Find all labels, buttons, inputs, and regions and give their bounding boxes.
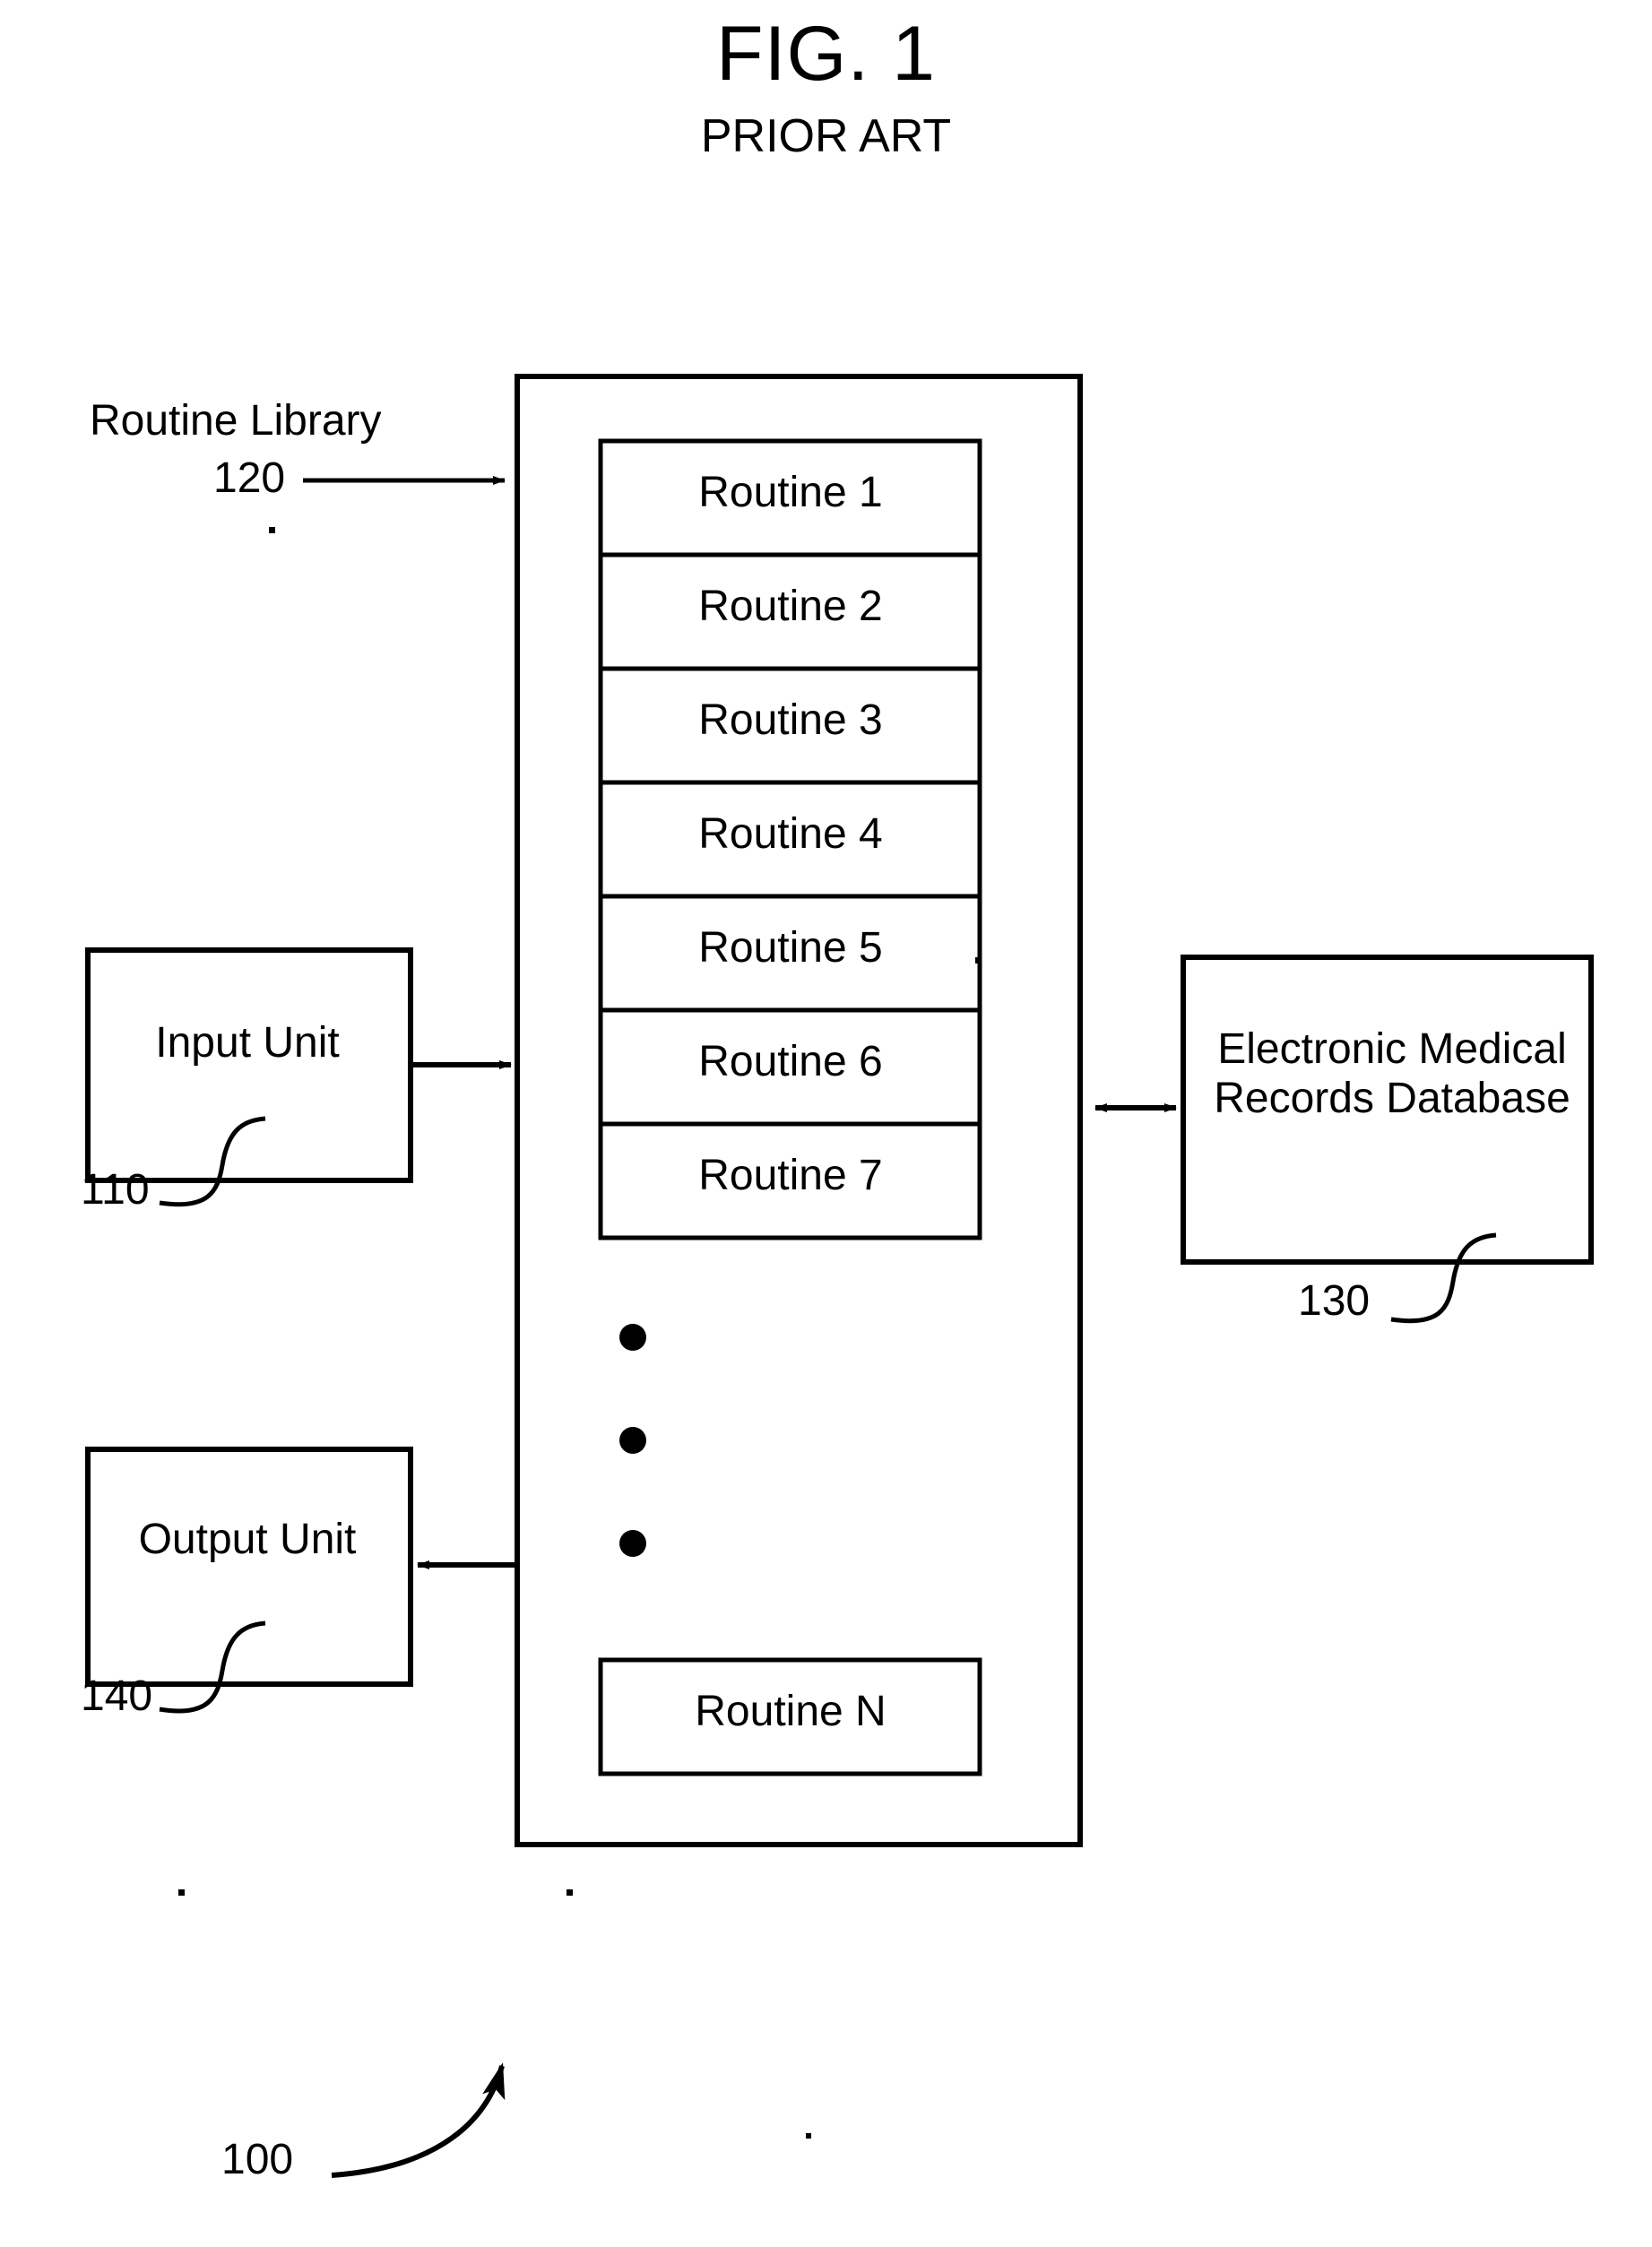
reference-numeral-100: 100 [221,2136,294,2183]
output-unit-box[interactable] [85,1447,413,1687]
ellipsis-dot [619,1530,646,1557]
input-unit-label: Input Unit [155,1019,340,1067]
routine-label-5: Routine 5 [698,924,883,972]
emr-database-label-line2: Records Database [1214,1075,1570,1122]
patent-figure-page: FIG. 1 PRIOR ART Routine Library 120 Rou… [0,0,1652,2247]
reference-numeral-130: 130 [1298,1277,1371,1325]
routine-label-n: Routine N [695,1688,887,1735]
routine-label-7: Routine 7 [698,1152,883,1199]
routine-label-3: Routine 3 [698,696,883,744]
routine-library-label: Routine Library [90,397,382,445]
routine-label-4: Routine 4 [698,810,883,858]
reference-numeral-110: 110 [81,1166,150,1214]
reference-numeral-120: 120 [213,454,286,502]
reference-numeral-140: 140 [81,1672,153,1720]
output-unit-label: Output Unit [138,1516,357,1563]
emr-database-label-line1: Electronic Medical [1217,1025,1567,1073]
figure-subtitle: PRIOR ART [700,110,952,162]
ref-100-curved-arrow [331,2062,506,2178]
routine-label-6: Routine 6 [698,1038,883,1085]
routine-label-1: Routine 1 [698,469,883,516]
ellipsis-dot [619,1324,646,1351]
figure-title: FIG. 1 [716,11,936,97]
routine-label-2: Routine 2 [698,583,883,630]
ellipsis-dot [619,1427,646,1454]
